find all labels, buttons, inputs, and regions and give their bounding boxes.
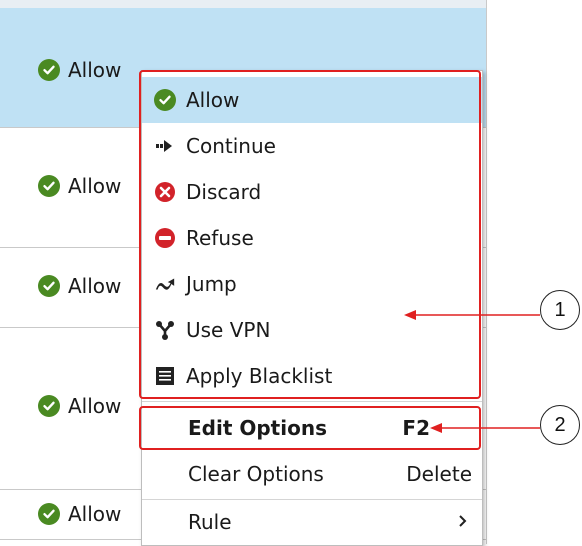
callout-1: 1 [540, 290, 580, 330]
callout-2: 2 [540, 405, 580, 445]
annotation-arrows [404, 310, 540, 433]
